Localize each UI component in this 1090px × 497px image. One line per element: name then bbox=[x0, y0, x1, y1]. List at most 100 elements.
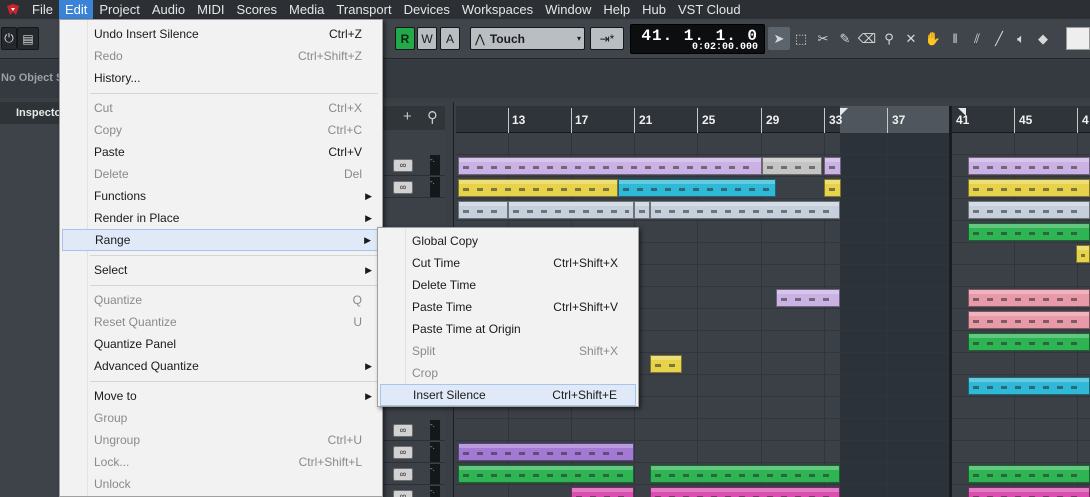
menu-item-paste-time-at-origin[interactable]: Paste Time at Origin bbox=[380, 318, 636, 340]
menu-item-copy[interactable]: Copy Ctrl+C bbox=[62, 119, 380, 141]
menu-help[interactable]: Help bbox=[597, 0, 636, 19]
track-link-icon[interactable]: ∞ bbox=[393, 181, 413, 194]
menu-item-cut[interactable]: Cut Ctrl+X bbox=[62, 97, 380, 119]
event-part[interactable] bbox=[508, 201, 634, 219]
menu-project[interactable]: Project bbox=[93, 0, 145, 19]
menu-item-lock[interactable]: Lock... Ctrl+Shift+L bbox=[62, 451, 380, 473]
menu-workspaces[interactable]: Workspaces bbox=[456, 0, 539, 19]
add-track-icon[interactable]: + bbox=[403, 108, 412, 125]
menu-transport[interactable]: Transport bbox=[330, 0, 397, 19]
menu-devices[interactable]: Devices bbox=[398, 0, 456, 19]
track-row[interactable]: ∞ -. bbox=[383, 155, 445, 176]
menu-item-unlock[interactable]: Unlock bbox=[62, 473, 380, 495]
color-tool-icon[interactable]: ◆ bbox=[1032, 27, 1054, 50]
menu-item-quantize-panel[interactable]: Quantize Panel bbox=[62, 333, 380, 355]
track-row[interactable]: ∞ -. bbox=[383, 420, 445, 441]
menu-item-paste-time[interactable]: Paste Time Ctrl+Shift+V bbox=[380, 296, 636, 318]
read-automation-button[interactable]: R bbox=[395, 27, 415, 50]
menu-item-advanced-quantize[interactable]: Advanced Quantize ▶ bbox=[62, 355, 380, 377]
time-warp-tool-icon[interactable]: ‖ bbox=[944, 27, 966, 50]
event-part[interactable] bbox=[458, 443, 634, 461]
menu-item-render-in-place[interactable]: Render in Place ▶ bbox=[62, 207, 380, 229]
event-part[interactable] bbox=[634, 201, 650, 219]
track-row[interactable]: ∞ -. bbox=[383, 486, 445, 497]
write-automation-button[interactable]: W bbox=[417, 27, 437, 50]
power-icon[interactable]: ⏻ bbox=[1, 27, 17, 50]
track-row[interactable]: ∞ -. bbox=[383, 177, 445, 198]
event-part[interactable] bbox=[762, 157, 822, 175]
event-part[interactable] bbox=[650, 465, 840, 483]
zoom-tool-icon[interactable]: ⚲ bbox=[878, 27, 900, 50]
track-link-icon[interactable]: ∞ bbox=[393, 446, 413, 459]
event-part[interactable] bbox=[824, 179, 841, 197]
menu-item-insert-silence[interactable]: Insert Silence Ctrl+Shift+E bbox=[380, 384, 636, 406]
menu-audio[interactable]: Audio bbox=[146, 0, 191, 19]
draw-tool-icon[interactable]: ✎ bbox=[834, 27, 856, 50]
event-part[interactable] bbox=[650, 355, 682, 373]
event-part[interactable] bbox=[458, 157, 762, 175]
menu-item-paste[interactable]: Paste Ctrl+V bbox=[62, 141, 380, 163]
mute-tool-icon[interactable]: ✕ bbox=[900, 27, 922, 50]
event-part[interactable] bbox=[571, 487, 634, 497]
menu-scores[interactable]: Scores bbox=[231, 0, 283, 19]
event-part[interactable] bbox=[968, 311, 1090, 329]
track-row[interactable]: ∞ -. bbox=[383, 464, 445, 485]
event-part[interactable] bbox=[458, 465, 634, 483]
position-display[interactable]: 41. 1. 1. 0 0:02:00.000 bbox=[630, 24, 765, 54]
menu-midi[interactable]: MIDI bbox=[191, 0, 230, 19]
menu-item-undo[interactable]: Undo Insert Silence Ctrl+Z bbox=[62, 23, 380, 45]
menu-item-delete[interactable]: Delete Del bbox=[62, 163, 380, 185]
event-part[interactable] bbox=[824, 157, 841, 175]
menu-item-crop[interactable]: Crop bbox=[380, 362, 636, 384]
split-tool-icon[interactable]: ✂ bbox=[812, 27, 834, 50]
menu-window[interactable]: Window bbox=[539, 0, 597, 19]
event-part[interactable] bbox=[968, 223, 1090, 241]
play-tool-icon[interactable]: 🔈︎ bbox=[1010, 27, 1032, 50]
event-part[interactable] bbox=[776, 289, 840, 307]
event-part[interactable] bbox=[1076, 245, 1090, 263]
menu-item-redo[interactable]: Redo Ctrl+Shift+Z bbox=[62, 45, 380, 67]
search-icon[interactable]: ⚲ bbox=[427, 108, 438, 126]
event-part[interactable] bbox=[458, 201, 508, 219]
event-part[interactable] bbox=[968, 289, 1090, 307]
track-link-icon[interactable]: ∞ bbox=[393, 159, 413, 172]
menu-item-cut-time[interactable]: Cut Time Ctrl+Shift+X bbox=[380, 252, 636, 274]
event-part[interactable] bbox=[650, 487, 840, 497]
event-part[interactable] bbox=[968, 377, 1090, 395]
menu-file[interactable]: File bbox=[26, 0, 59, 19]
menu-edit[interactable]: Edit bbox=[58, 0, 94, 19]
event-part[interactable] bbox=[968, 157, 1090, 175]
track-link-icon[interactable]: ∞ bbox=[393, 490, 413, 497]
menu-item-move-to[interactable]: Move to ▶ bbox=[62, 385, 380, 407]
event-part[interactable] bbox=[650, 201, 840, 219]
menu-item-ungroup[interactable]: Ungroup Ctrl+U bbox=[62, 429, 380, 451]
snap-mode-button[interactable]: ⇥* bbox=[590, 27, 624, 50]
event-part[interactable] bbox=[968, 179, 1090, 197]
menu-item-reset-quantize[interactable]: Reset Quantize U bbox=[62, 311, 380, 333]
event-part[interactable] bbox=[968, 201, 1090, 219]
line-tool-icon[interactable]: ╱ bbox=[988, 27, 1010, 50]
menu-item-history[interactable]: History... bbox=[62, 67, 380, 89]
menu-item-delete-time[interactable]: Delete Time bbox=[380, 274, 636, 296]
menu-item-group[interactable]: Group bbox=[62, 407, 380, 429]
menu-media[interactable]: Media bbox=[283, 0, 330, 19]
layout-icon[interactable]: ▤ bbox=[17, 27, 39, 50]
event-part[interactable] bbox=[968, 465, 1090, 483]
track-row[interactable]: ∞ -. bbox=[383, 442, 445, 463]
menu-item-range[interactable]: Range ▶ bbox=[62, 229, 380, 251]
menu-item-global-copy[interactable]: Global Copy bbox=[380, 230, 636, 252]
object-selection-tool-icon[interactable]: ➤ bbox=[768, 27, 790, 50]
event-part[interactable] bbox=[458, 179, 618, 197]
menu-item-select[interactable]: Select ▶ bbox=[62, 259, 380, 281]
menu-item-functions[interactable]: Functions ▶ bbox=[62, 185, 380, 207]
comp-tool-icon[interactable]: ⫽ bbox=[966, 27, 988, 50]
menu-hub[interactable]: Hub bbox=[636, 0, 672, 19]
track-link-icon[interactable]: ∞ bbox=[393, 468, 413, 481]
menu-vst-cloud[interactable]: VST Cloud bbox=[672, 0, 747, 19]
inspector-tab[interactable]: Inspecto bbox=[0, 102, 60, 124]
range-selection-tool-icon[interactable]: ⬚ bbox=[790, 27, 812, 50]
project-cursor[interactable] bbox=[949, 106, 952, 497]
range-selection[interactable] bbox=[840, 133, 950, 497]
event-part[interactable] bbox=[618, 179, 776, 197]
automation-a-button[interactable]: A bbox=[440, 27, 460, 50]
